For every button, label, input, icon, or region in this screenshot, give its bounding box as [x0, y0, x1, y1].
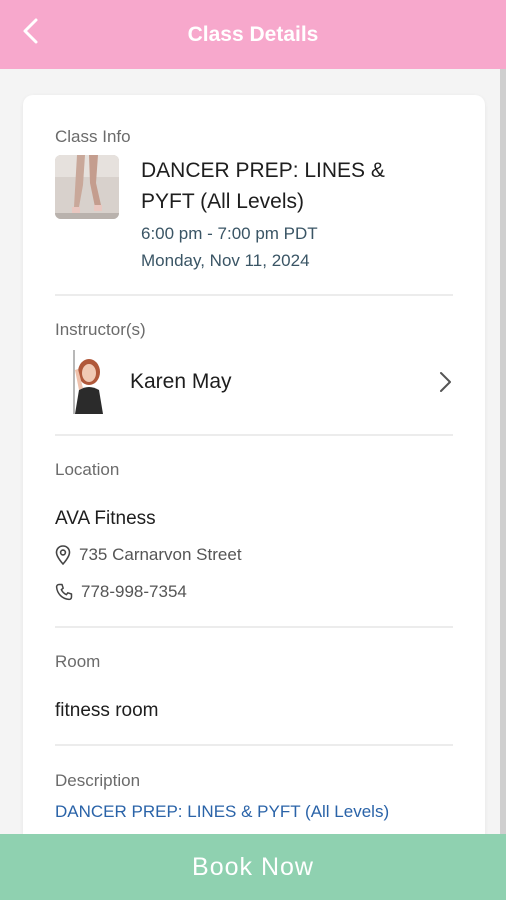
room-label: Room: [55, 652, 101, 671]
page-title: Class Details: [187, 22, 319, 46]
phone-text: 778-998-7354: [81, 582, 187, 601]
divider: [55, 294, 453, 296]
instructor-label: Instructor(s): [55, 320, 146, 339]
location-name: AVA Fitness: [55, 508, 156, 529]
room-name: fitness room: [55, 700, 159, 721]
class-thumbnail: [55, 155, 119, 219]
address-row[interactable]: 735 Carnarvon Street: [55, 545, 242, 565]
map-pin-icon: [55, 545, 71, 565]
location-label: Location: [55, 460, 120, 479]
class-time: 6:00 pm - 7:00 pm PDT: [141, 224, 318, 243]
description-text: DANCER PREP: LINES & PYFT (All Levels): [55, 802, 390, 821]
book-now-label: Book Now: [192, 852, 314, 881]
phone-icon: [55, 583, 73, 601]
divider: [55, 626, 453, 628]
class-title: DANCER PREP: LINES & PYFT (All Levels): [141, 159, 385, 213]
phone-row[interactable]: 778-998-7354: [55, 582, 187, 602]
chevron-right-icon: [440, 372, 451, 392]
class-details-card: Class Info DANCER PREP: LINES & PYFT (Al…: [23, 95, 485, 855]
instructor-row[interactable]: Karen May: [55, 350, 453, 416]
description-label: Description: [55, 771, 141, 790]
back-button[interactable]: [14, 14, 48, 48]
class-info-label: Class Info: [55, 127, 131, 146]
divider: [55, 744, 453, 746]
address-text: 735 Carnarvon Street: [79, 545, 242, 564]
book-now-button[interactable]: Book Now: [0, 834, 506, 900]
app-header: Class Details: [0, 0, 506, 69]
divider: [55, 434, 453, 436]
scrollbar[interactable]: [500, 69, 506, 834]
chevron-left-icon: [23, 18, 38, 44]
instructor-avatar: [65, 350, 111, 414]
class-date: Monday, Nov 11, 2024: [141, 251, 310, 270]
instructor-name: Karen May: [130, 370, 232, 393]
